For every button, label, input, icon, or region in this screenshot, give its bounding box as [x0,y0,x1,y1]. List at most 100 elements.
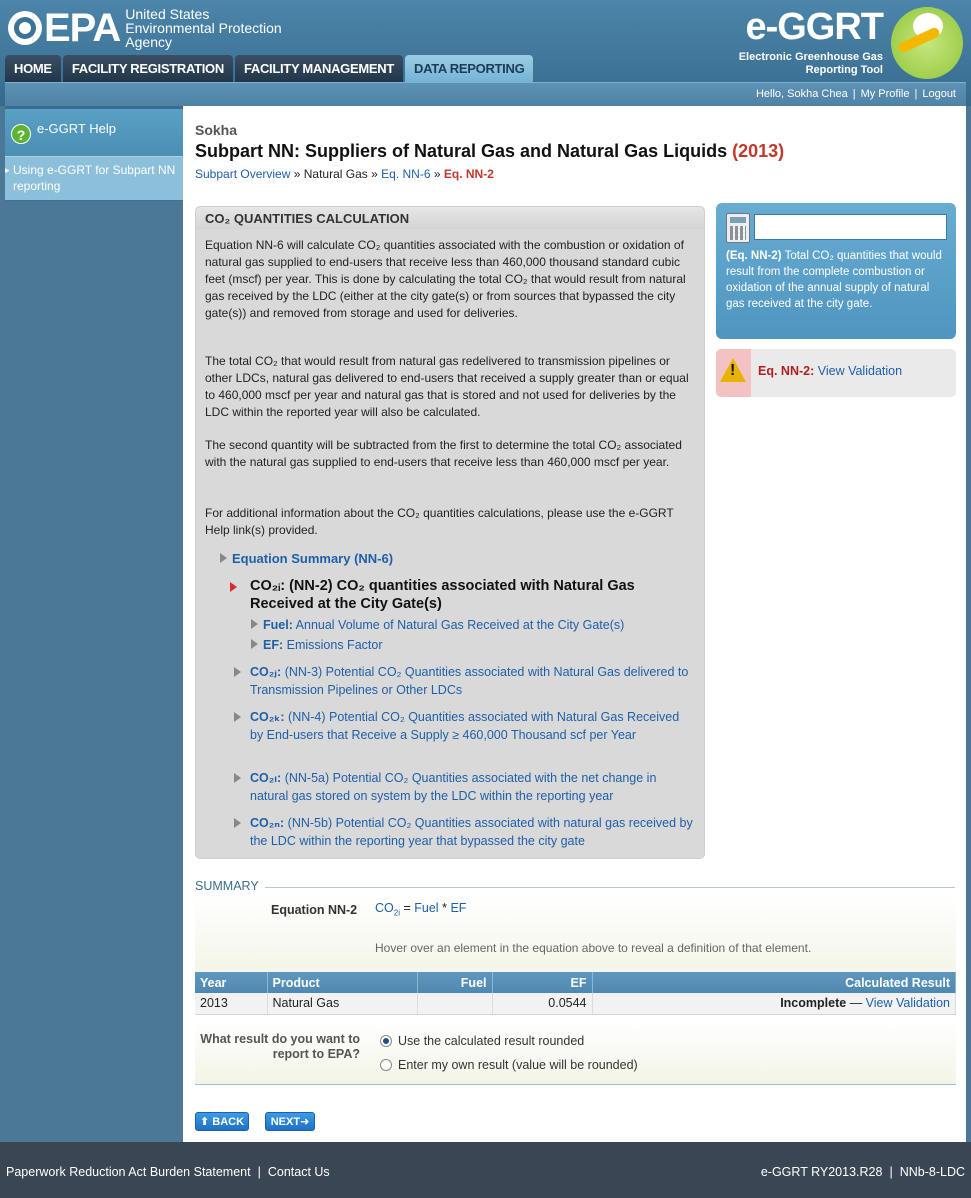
definition-text: (Eq. NN-2) Total CO₂ quantities that wou… [726,248,948,312]
cell-result: Incomplete — View Validation [592,993,956,1015]
version-text: e-GGRT RY2013.R28 [760,1165,883,1179]
tree-node-ef-label: Emissions Factor [286,638,383,652]
calculator-icon [726,213,750,243]
tree-node-co2n[interactable]: CO₂ₙ: (NN-5b) Potential CO₂ Quantities a… [234,814,694,850]
view-validation-link[interactable]: View Validation [818,364,902,378]
radio-enter-own-label: Enter my own result (value will be round… [398,1058,638,1072]
tree-node-fuel-key: Fuel: [263,618,293,632]
user-bar: Hello, Sokha Chea | My Profile | Logout [5,82,966,106]
radio-selected-icon[interactable] [380,1035,392,1047]
breadcrumb-natural-gas: Natural Gas [303,167,368,181]
equation-summary-link[interactable]: Equation Summary (NN-6) [220,550,393,568]
calculation-panel: CO₂ QUANTITIES CALCULATION Equation NN-6… [195,206,705,859]
validation-eq: Eq. NN-2: [758,364,815,378]
breadcrumb-sep: » [293,167,301,181]
eggrt-title: e-GGRT [745,6,884,48]
tree-node-co2j-label: (NN-3) Potential CO₂ Quantities associat… [250,665,689,697]
sidebar: ? e-GGRT Help Using e-GGRT for Subpart N… [5,106,183,1142]
my-profile-link[interactable]: My Profile [861,88,910,100]
breadcrumb-subpart-overview[interactable]: Subpart Overview [195,167,290,181]
tree-node-co2n-key: CO₂ₙ: [250,816,285,830]
nav-tab-home[interactable]: HOME [5,55,61,82]
contact-us-link[interactable]: Contact Us [268,1165,330,1179]
radio-unselected-icon[interactable] [380,1059,392,1071]
tree-node-co2l[interactable]: CO₂ₗ: (NN-5a) Potential CO₂ Quantities a… [234,769,694,805]
definition-display [754,214,947,240]
tree-node-co2i: CO₂ᵢ: (NN-2) CO₂ quantities associated w… [230,577,690,613]
triangle-right-icon [234,667,241,677]
eq-equals: = [403,901,411,915]
radio-enter-own[interactable]: Enter my own result (value will be round… [380,1058,638,1072]
equation-expression: CO2i = Fuel * EF [375,901,466,918]
definition-box: (Eq. NN-2) Total CO₂ quantities that wou… [716,203,956,339]
page-title-text: Subpart NN: Suppliers of Natural Gas and… [195,141,728,161]
eggrt-subtitle: Electronic Greenhouse Gas Reporting Tool [723,51,883,77]
next-button[interactable]: NEXT➜ [265,1112,315,1131]
col-product: Product [267,972,418,993]
table-view-validation-link[interactable]: View Validation [866,996,950,1010]
eq-term-fuel[interactable]: Fuel [414,901,438,915]
footer-links: Paperwork Reduction Act Burden Statement… [6,1165,330,1179]
user-links: Hello, Sokha Chea | My Profile | Logout [756,88,956,100]
tree-node-co2j[interactable]: CO₂ⱼ: (NN-3) Potential CO₂ Quantities as… [234,663,694,699]
epa-logo[interactable]: EPA United States Environmental Protecti… [8,6,282,50]
warning-icon: ! [716,349,751,397]
report-divider [195,1084,956,1085]
eggrt-subtitle-1: Electronic Greenhouse Gas [738,51,883,63]
current-node-icon [230,582,237,592]
eq-term-ef[interactable]: EF [450,901,466,915]
tree-node-ef[interactable]: EF: Emissions Factor [251,636,382,654]
summary-divider [265,887,955,888]
tree-node-co2l-label: (NN-5a) Potential CO₂ Quantities associa… [250,771,657,803]
tree-node-fuel-label: Annual Volume of Natural Gas Received at… [295,618,625,632]
facility-name: Sokha [195,122,238,138]
triangle-right-icon [251,619,258,629]
tree-node-co2j-key: CO₂ⱼ: [250,665,282,679]
header: EPA United States Environmental Protecti… [0,0,971,106]
triangle-right-icon [234,818,241,828]
eq-co2-sub: 2i [393,908,400,918]
arrow-up-icon: ⬆ [199,1116,210,1128]
nav-tab-data-reporting[interactable]: DATA REPORTING [405,55,534,82]
back-button[interactable]: ⬆ BACK [195,1112,249,1131]
breadcrumb-sep: » [371,167,378,181]
radio-use-calculated[interactable]: Use the calculated result rounded [380,1034,584,1048]
footer-version: e-GGRT RY2013.R28 | NNb-8-LDC [761,1165,965,1179]
nav-tab-facility-registration[interactable]: FACILITY REGISTRATION [62,55,233,82]
calc-description-2: The total CO₂ that would result from nat… [205,354,689,419]
triangle-right-icon [234,712,241,722]
sidebar-item-subpart-nn-help[interactable]: Using e-GGRT for Subpart NN reporting [5,156,183,201]
table-row: 2013 Natural Gas 0.0544 Incomplete — Vie… [195,993,956,1015]
next-label: NEXT [270,1116,301,1128]
separator: | [852,88,856,100]
triangle-right-icon [220,553,227,563]
eggrt-logo[interactable]: e-GGRT Electronic Greenhouse Gas Reporti… [733,5,963,81]
radio-use-calculated-label: Use the calculated result rounded [398,1034,585,1048]
back-label: BACK [212,1116,245,1128]
sidebar-help[interactable]: ? e-GGRT Help [5,106,183,156]
breadcrumb-eq-nn6[interactable]: Eq. NN-6 [381,167,430,181]
logout-link[interactable]: Logout [922,88,956,100]
main-nav: HOME FACILITY REGISTRATION FACILITY MANA… [5,55,535,82]
tree-node-co2k[interactable]: CO₂ₖ: (NN-4) Potential CO₂ Quantities as… [234,708,694,744]
agency-line-2: Environmental Protection [125,20,282,36]
eq-term-co2[interactable]: CO2i [375,901,400,918]
col-year: Year [195,972,268,993]
epa-wordmark: EPA [44,6,121,50]
definition-eq: (Eq. NN-2) [726,250,782,262]
hover-hint: Hover over an element in the equation ab… [375,941,812,955]
calc-description-4: For additional information about the CO₂… [205,506,674,537]
nav-tab-facility-management[interactable]: FACILITY MANAGEMENT [234,55,403,82]
tree-node-fuel[interactable]: Fuel: Annual Volume of Natural Gas Recei… [251,616,624,634]
paperwork-link[interactable]: Paperwork Reduction Act Burden Statement [6,1165,251,1179]
agency-name: United States Environmental Protection A… [125,7,281,49]
summary-area: Equation NN-2 CO2i = Fuel * EF Hover ove… [195,894,956,978]
breadcrumb: Subpart Overview » Natural Gas » Eq. NN-… [195,167,494,181]
calc-description-1: Equation NN-6 will calculate CO₂ quantit… [205,238,686,320]
result-dash: — [849,996,863,1011]
cell-year: 2013 [195,993,268,1015]
calculation-heading: CO₂ QUANTITIES CALCULATION [196,207,704,229]
agency-line-1: United States [125,6,210,22]
help-icon: ? [11,124,31,144]
main-content: Sokha Subpart NN: Suppliers of Natural G… [183,106,966,1142]
